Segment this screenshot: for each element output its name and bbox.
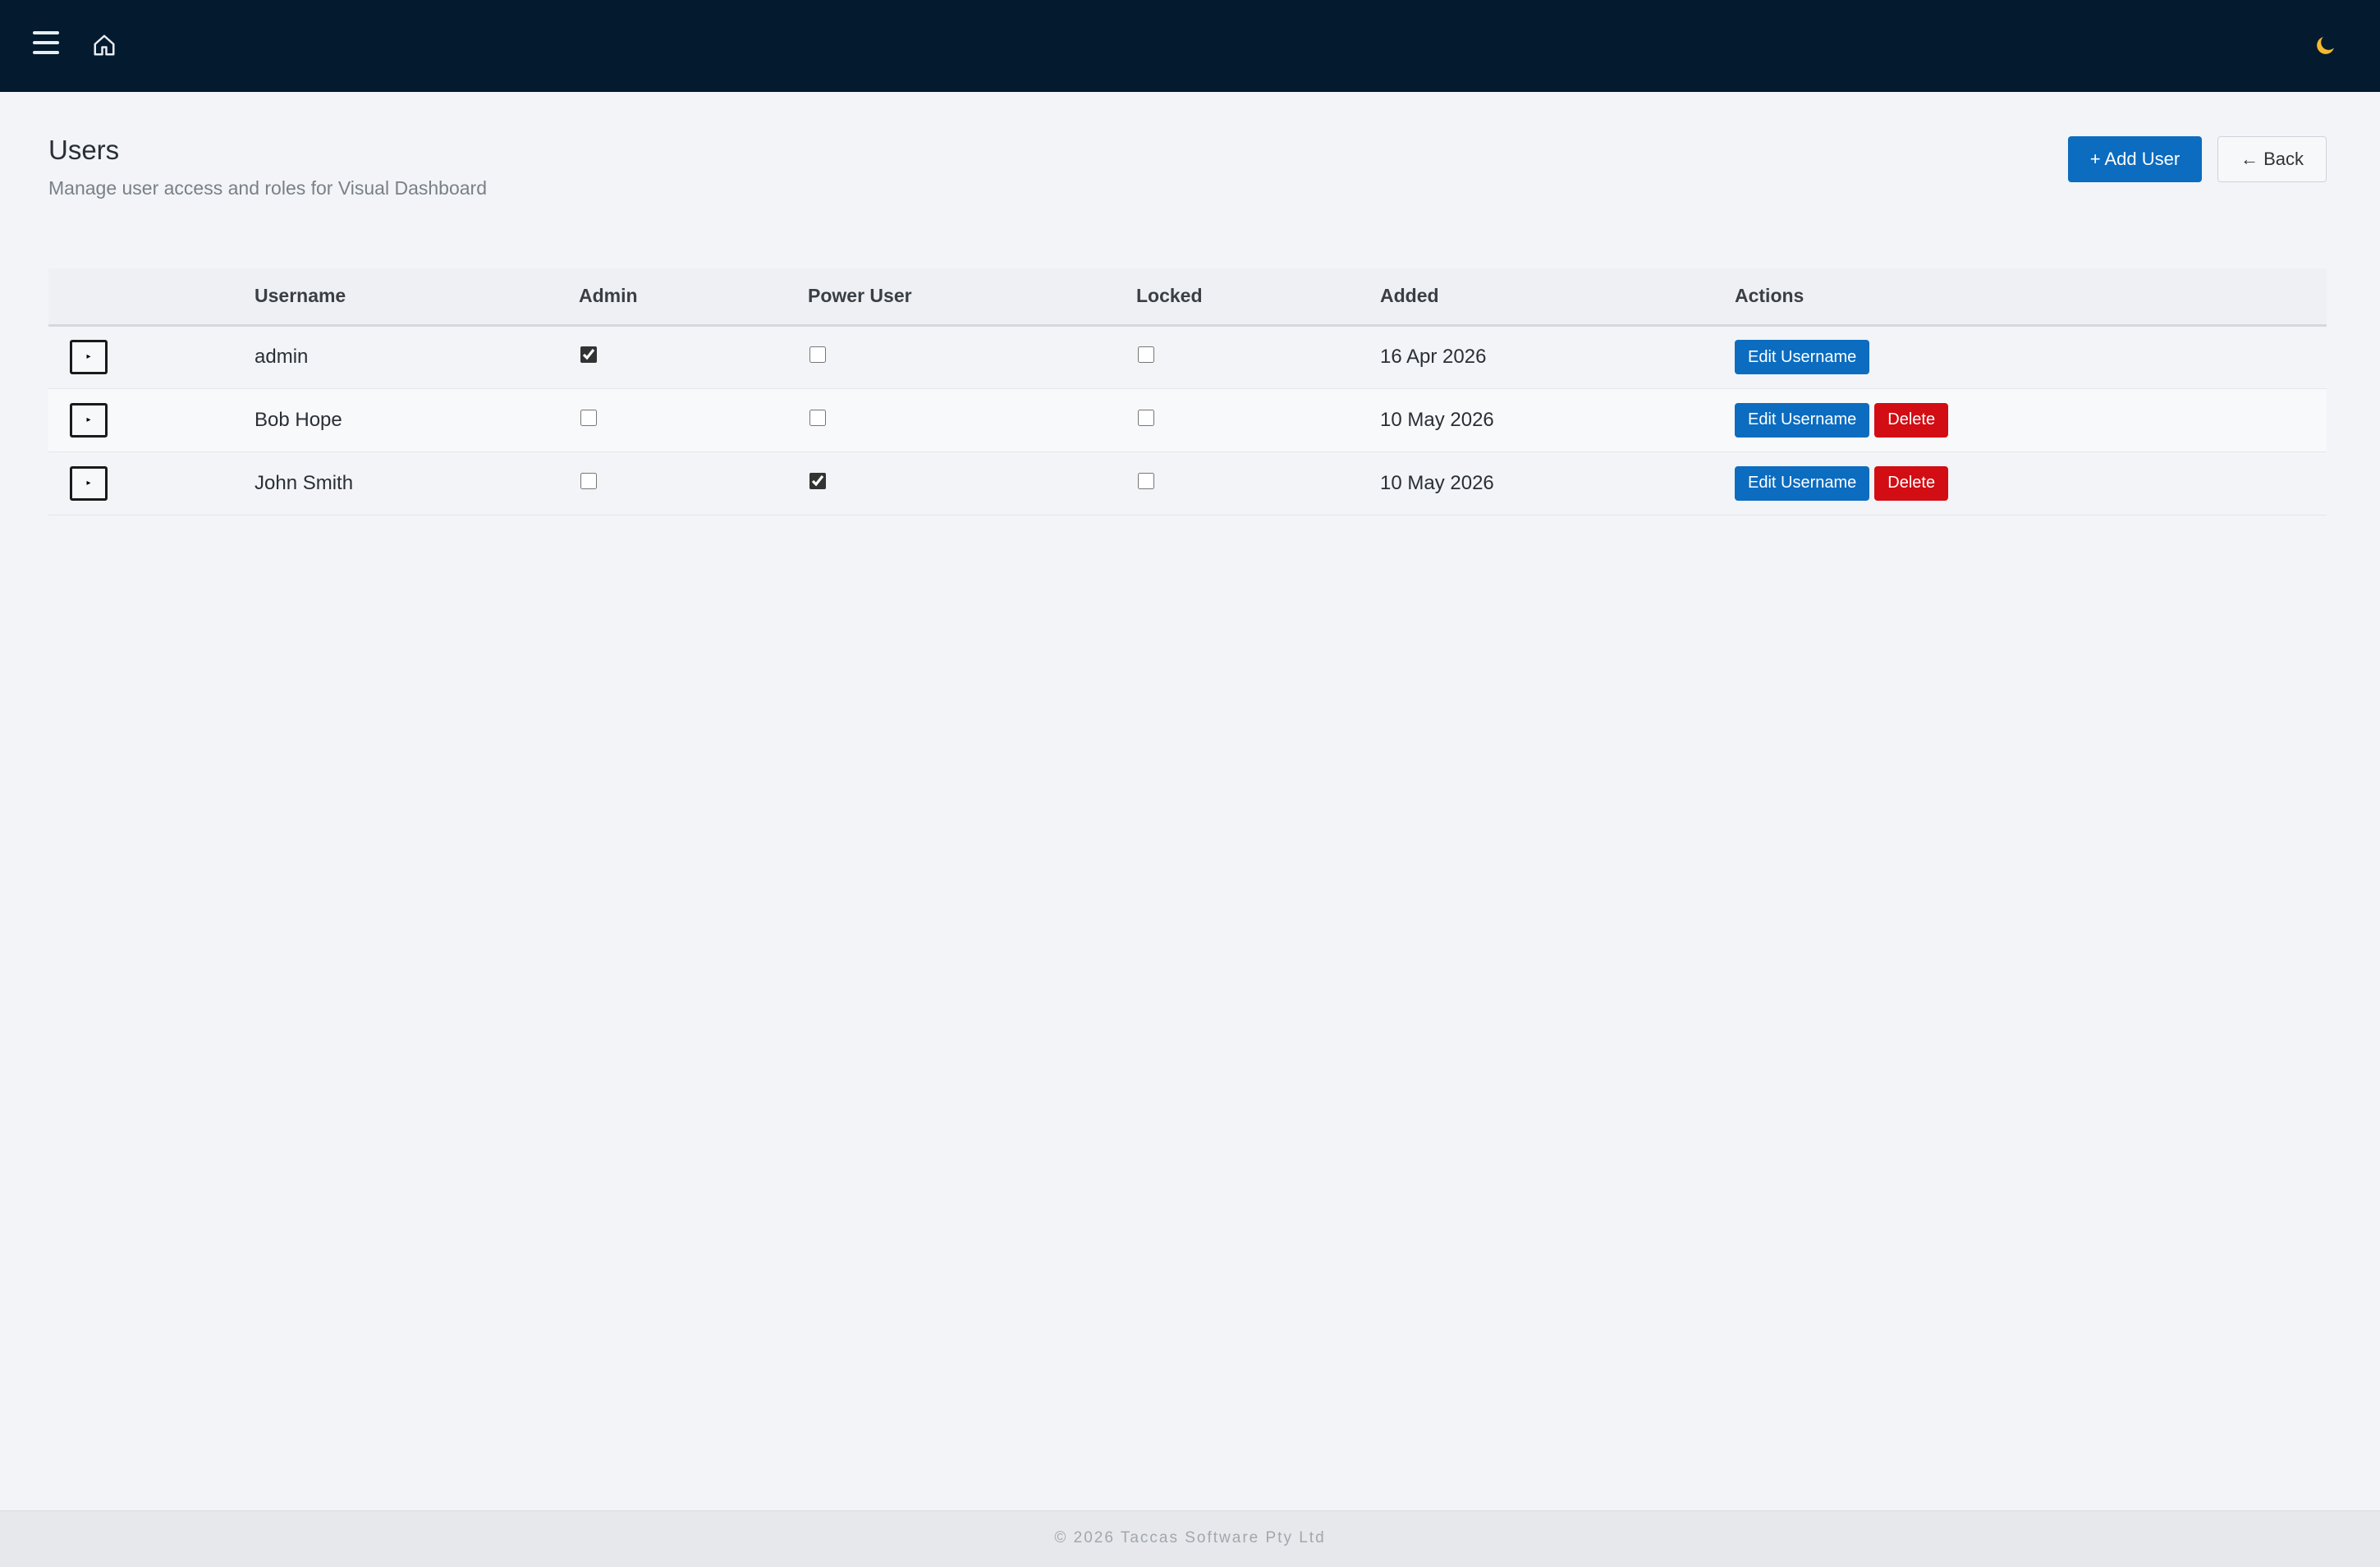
- add-user-button[interactable]: + Add User: [2068, 136, 2202, 182]
- column-header-locked: Locked: [1136, 285, 1203, 307]
- top-navbar: [0, 0, 2380, 92]
- column-header-username: Username: [255, 285, 346, 307]
- column-header-added: Added: [1380, 285, 1439, 307]
- actions-cell: Edit Username: [1735, 325, 2327, 388]
- username-cell: Bob Hope: [255, 408, 342, 431]
- power-user-checkbox[interactable]: [809, 472, 826, 489]
- table-row: ▸ John Smith 10 May 2026 Edit Username De…: [48, 451, 2327, 515]
- column-header-admin: Admin: [579, 285, 638, 307]
- power-user-checkbox[interactable]: [809, 346, 826, 363]
- page-footer: © 2026 Taccas Software Pty Ltd: [0, 1510, 2380, 1567]
- actions-cell: Edit Username Delete: [1735, 451, 2327, 515]
- power-user-checkbox[interactable]: [809, 409, 826, 426]
- column-header-power-user: Power User: [808, 285, 912, 307]
- table-header-row: Username Admin Power User Locked Added A…: [48, 268, 2327, 325]
- moon-icon[interactable]: [2314, 33, 2338, 57]
- expand-row-button[interactable]: ▸: [70, 465, 108, 501]
- users-table: Username Admin Power User Locked Added A…: [48, 268, 2327, 515]
- added-date-cell: 16 Apr 2026: [1380, 346, 1487, 368]
- admin-checkbox[interactable]: [580, 472, 597, 489]
- edit-username-button[interactable]: Edit Username: [1735, 340, 1870, 374]
- added-date-cell: 10 May 2026: [1380, 471, 1494, 494]
- page-title: Users: [48, 135, 120, 165]
- locked-checkbox[interactable]: [1138, 472, 1154, 489]
- edit-username-button[interactable]: Edit Username: [1735, 402, 1870, 438]
- delete-user-button[interactable]: Delete: [1874, 402, 1949, 438]
- actions-cell: Edit Username Delete: [1735, 388, 2327, 451]
- expand-row-button[interactable]: ▸: [70, 340, 108, 374]
- username-cell: John Smith: [255, 471, 354, 494]
- page-subtitle: Manage user access and roles for Visual …: [48, 177, 487, 199]
- column-header-actions: Actions: [1735, 285, 1804, 307]
- table-row: ▸ admin 16 Apr 2026 Edit Username: [48, 325, 2327, 388]
- column-header-expand: [48, 268, 255, 325]
- back-button[interactable]: ← Back: [2217, 136, 2327, 182]
- locked-checkbox[interactable]: [1138, 409, 1154, 426]
- admin-checkbox[interactable]: [580, 409, 597, 426]
- delete-user-button[interactable]: Delete: [1874, 465, 1949, 501]
- hamburger-menu-icon[interactable]: [33, 31, 59, 59]
- edit-username-button[interactable]: Edit Username: [1735, 465, 1870, 501]
- locked-checkbox[interactable]: [1138, 346, 1154, 363]
- table-row: ▸ Bob Hope 10 May 2026 Edit Username Dele…: [48, 388, 2327, 451]
- home-icon[interactable]: [92, 33, 117, 57]
- added-date-cell: 10 May 2026: [1380, 408, 1494, 431]
- expand-row-button[interactable]: ▸: [70, 402, 108, 438]
- username-cell: admin: [255, 346, 309, 368]
- admin-checkbox[interactable]: [580, 346, 597, 363]
